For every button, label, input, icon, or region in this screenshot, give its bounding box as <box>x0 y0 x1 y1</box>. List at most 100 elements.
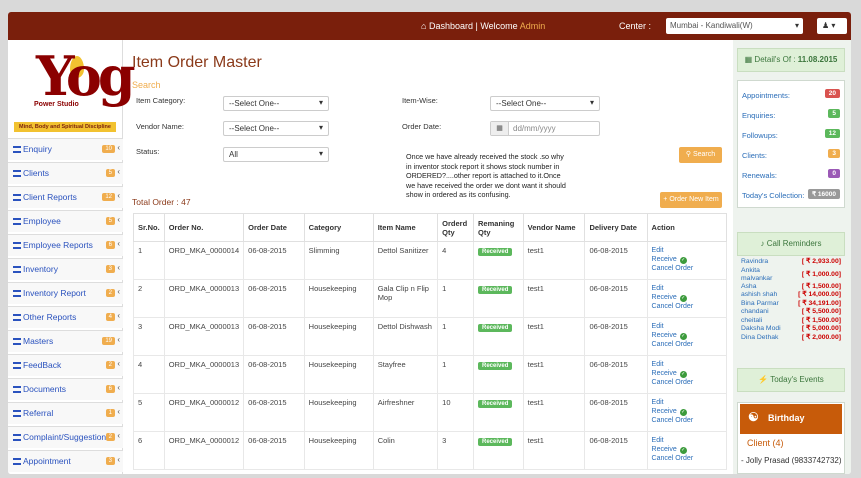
sidebar-item-inventory-report[interactable]: Inventory Report 2 ‹ <box>8 282 123 304</box>
receive-link[interactable]: Receive ✓ <box>652 255 722 264</box>
reminder-name[interactable]: Ravindra <box>741 258 791 266</box>
chevron-left-icon: ‹ <box>117 263 120 272</box>
reminder-name[interactable]: Asha <box>741 283 791 291</box>
cancel-order-link[interactable]: Cancel Order <box>652 340 722 349</box>
dashboard-label[interactable]: Dashboard <box>429 21 473 31</box>
sidebar-item-label: Referral <box>23 408 54 418</box>
stat-label[interactable]: Enquiries: <box>742 111 775 120</box>
table-cell-action: Edit Receive ✓ Cancel Order <box>646 355 728 394</box>
reminder-name[interactable]: Ankita malvankar <box>741 267 791 283</box>
reminder-name[interactable]: Daksha Modi <box>741 325 791 333</box>
table-cell-rem: Received <box>473 241 524 280</box>
chevron-down-icon: ▾ <box>318 149 323 158</box>
sidebar-item-complaint-suggestion[interactable]: Complaint/Suggestion 2 ‹ <box>8 426 123 448</box>
sidebar-item-inventory[interactable]: Inventory 3 ‹ <box>8 258 123 280</box>
center-select[interactable]: Mumbai - Kandiwali(W) ▾ <box>666 18 803 34</box>
item-category-select[interactable]: --Select One-- ▾ <box>223 96 329 111</box>
table-cell-date: 06-08-2015 <box>243 355 305 394</box>
edit-link[interactable]: Edit <box>652 322 722 331</box>
center-label: Center : <box>619 21 652 31</box>
sidebar-item-enquiry[interactable]: Enquiry 10 ‹ <box>8 138 123 160</box>
sidebar-item-appointment[interactable]: Appointment 3 ‹ <box>8 450 123 472</box>
sidebar-item-client-reports[interactable]: Client Reports 12 ‹ <box>8 186 123 208</box>
status-badge: Received <box>478 286 513 294</box>
sidebar-item-label: Inventory <box>23 264 58 274</box>
cancel-order-link[interactable]: Cancel Order <box>652 454 722 463</box>
table-cell-item: Airfreshner <box>372 393 439 432</box>
count-badge: 3 <box>105 457 115 465</box>
sidebar-item-employee-reports[interactable]: Employee Reports 6 ‹ <box>8 234 123 256</box>
count-badge: 2 <box>105 289 115 297</box>
sidebar-item-label: Documents <box>23 384 66 394</box>
vendor-name-select[interactable]: --Select One-- ▾ <box>223 121 329 136</box>
table-cell-order: ORD_MKA_0000013 <box>163 279 245 318</box>
birthday-client-count[interactable]: Client (4) <box>747 438 784 448</box>
chevron-left-icon: ‹ <box>117 215 120 224</box>
status-select[interactable]: All ▾ <box>223 147 329 162</box>
receive-link[interactable]: Receive ✓ <box>652 369 722 378</box>
dashboard-link[interactable]: ⌂ Dashboard | Welcome Admin <box>421 21 545 31</box>
sidebar-item-clients[interactable]: Clients 5 ‹ <box>8 162 123 184</box>
sidebar-item-masters[interactable]: Masters 19 ‹ <box>8 330 123 352</box>
search-button[interactable]: ⚲ Search <box>679 147 722 163</box>
reminder-name[interactable]: ashish shah <box>741 291 791 299</box>
status-badge: Received <box>478 438 513 446</box>
count-badge: 3 <box>105 265 115 273</box>
edit-link[interactable]: Edit <box>652 436 722 445</box>
reminders-list: Ravindra [ ₹ 2,933.00] Ankita malvankar [ ₹… <box>737 258 845 346</box>
cancel-order-link[interactable]: Cancel Order <box>652 302 722 311</box>
list-icon <box>13 242 21 249</box>
cancel-order-link[interactable]: Cancel Order <box>652 378 722 387</box>
reminder-amount: [ ₹ 34,191.00] <box>798 299 841 307</box>
edit-link[interactable]: Edit <box>652 360 722 369</box>
user-menu-button[interactable]: ♟ ▾ <box>817 18 847 34</box>
receive-link[interactable]: Receive ✓ <box>652 445 722 454</box>
stat-label[interactable]: Clients: <box>742 151 767 160</box>
birthday-client-entry: - Jolly Prasad (9833742732) <box>741 456 842 465</box>
chevron-left-icon: ‹ <box>117 311 120 320</box>
cancel-order-link[interactable]: Cancel Order <box>652 264 722 273</box>
table-cell-date: 06-08-2015 <box>243 241 305 280</box>
edit-link[interactable]: Edit <box>652 246 722 255</box>
stat-label[interactable]: Today's Collection: <box>742 191 804 200</box>
sidebar-item-documents[interactable]: Documents 6 ‹ <box>8 378 123 400</box>
chevron-left-icon: ‹ <box>117 191 120 200</box>
receive-link[interactable]: Receive ✓ <box>652 293 722 302</box>
table-cell-date: 06-08-2015 <box>243 279 305 318</box>
list-icon <box>13 314 21 321</box>
sidebar-item-referral[interactable]: Referral 1 ‹ <box>8 402 123 424</box>
details-label: Detail's Of : <box>754 55 796 64</box>
reminder-name[interactable]: cheitali <box>741 317 791 325</box>
list-icon <box>13 194 21 201</box>
stat-label[interactable]: Appointments: <box>742 91 790 100</box>
sidebar-item-employee[interactable]: Employee 5 ‹ <box>8 210 123 232</box>
reminder-name[interactable]: Dina Dethak <box>741 334 791 342</box>
reminder-name[interactable]: Bina Parmar <box>741 300 791 308</box>
table-cell-qty: 4 <box>437 241 475 280</box>
table-cell-order: ORD_MKA_0000013 <box>163 317 245 356</box>
edit-link[interactable]: Edit <box>652 398 722 407</box>
table-cell-item: Gala Clip n Flip Mop <box>372 279 439 318</box>
receive-label: Receive <box>651 408 677 415</box>
list-icon <box>13 338 21 345</box>
item-category-label: Item Category: <box>136 96 186 105</box>
calendar-icon: ▦ <box>744 55 753 64</box>
sidebar-item-feedback[interactable]: FeedBack 2 ‹ <box>8 354 123 376</box>
table-cell-sr: 1 <box>133 241 165 280</box>
table-cell-cat: Housekeeping <box>303 279 374 318</box>
order-new-item-button[interactable]: + Order New Item <box>660 192 722 208</box>
receive-link[interactable]: Receive ✓ <box>652 331 722 340</box>
cancel-order-link[interactable]: Cancel Order <box>652 416 722 425</box>
receive-label: Receive <box>651 370 677 377</box>
stat-label[interactable]: Renewals: <box>742 171 777 180</box>
item-wise-select[interactable]: --Select One-- ▾ <box>490 96 600 111</box>
edit-link[interactable]: Edit <box>652 284 722 293</box>
call-reminders-header: ♪ Call Reminders <box>737 232 845 256</box>
stat-label[interactable]: Followups: <box>742 131 778 140</box>
order-date-input[interactable]: ▦ dd/mm/yyyy <box>490 121 600 136</box>
list-icon <box>13 434 21 441</box>
receive-link[interactable]: Receive ✓ <box>652 407 722 416</box>
sidebar-item-other-reports[interactable]: Other Reports 4 ‹ <box>8 306 123 328</box>
table-cell-sr: 3 <box>133 317 165 356</box>
reminder-name[interactable]: chandani <box>741 308 791 316</box>
